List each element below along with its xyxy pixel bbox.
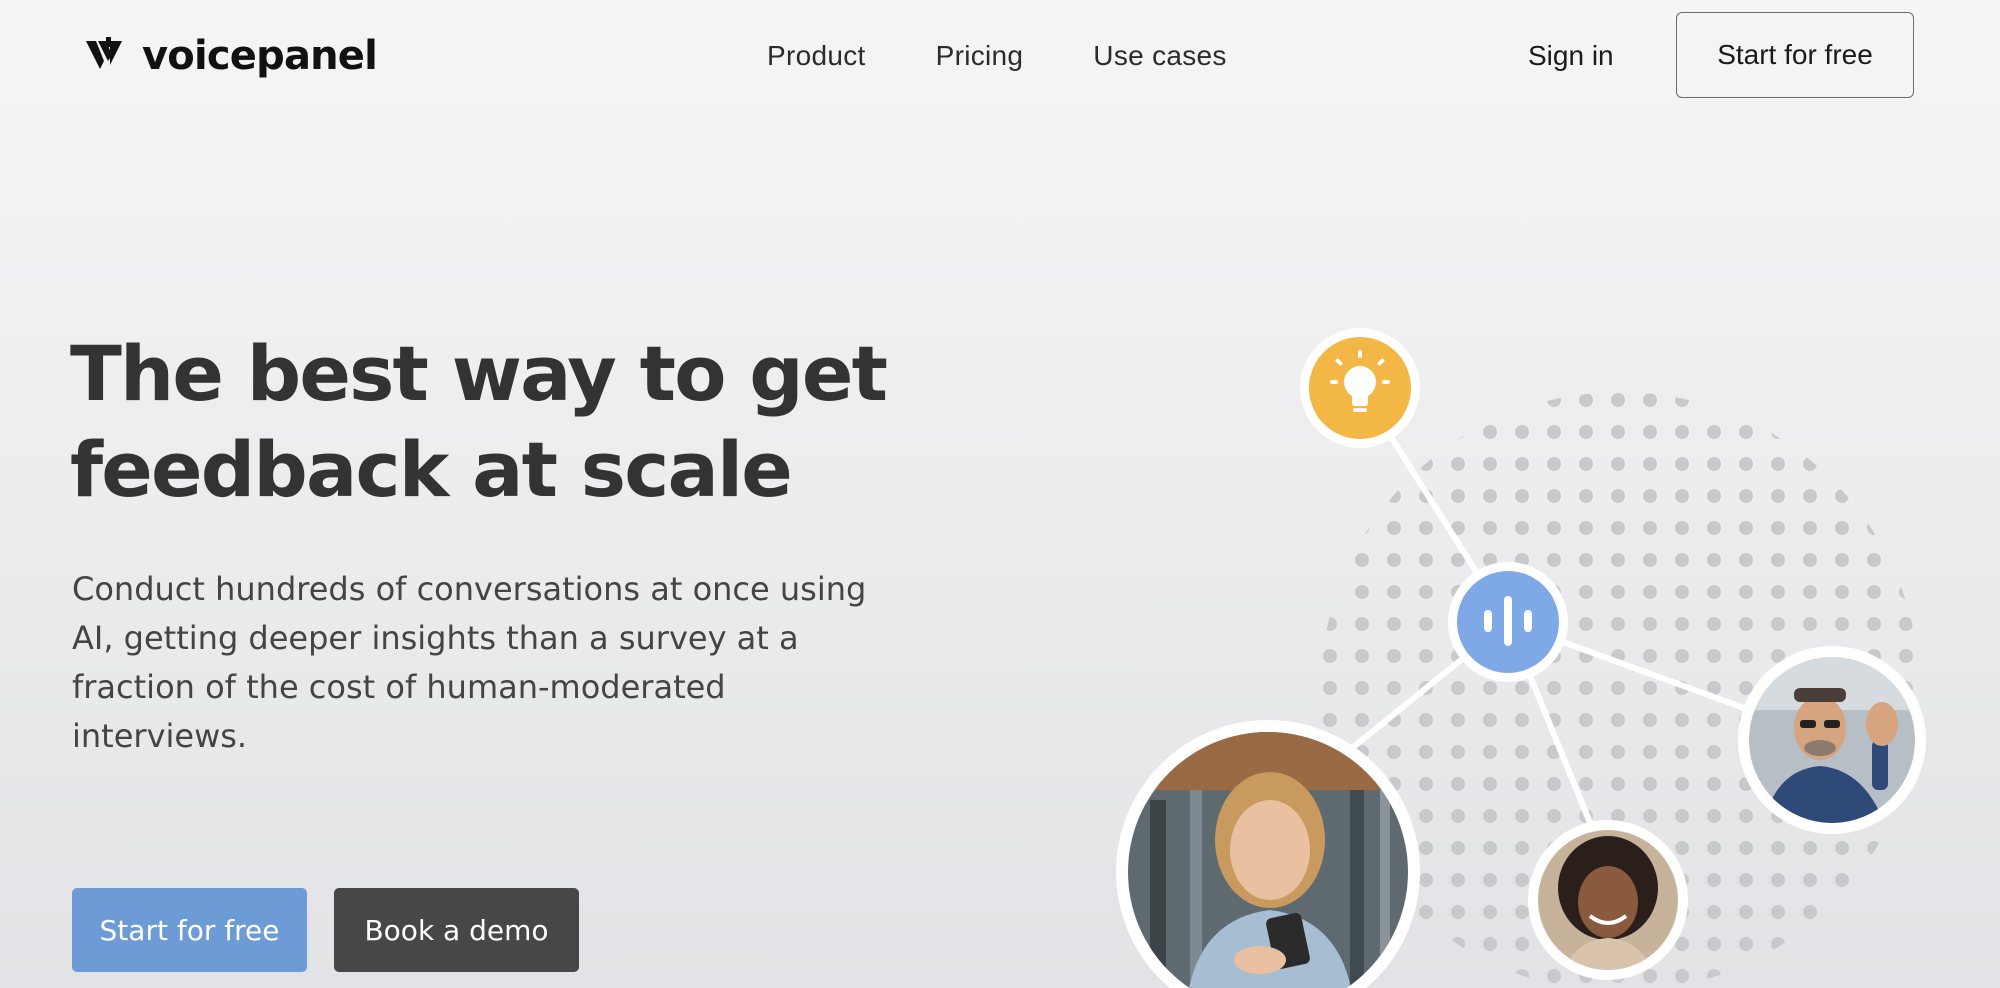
brand-name: voicepanel bbox=[142, 33, 378, 79]
nav-product[interactable]: Product bbox=[767, 38, 866, 74]
sign-in-link[interactable]: Sign in bbox=[1528, 38, 1614, 74]
nav-use-cases[interactable]: Use cases bbox=[1093, 38, 1226, 74]
main-nav: Product Pricing Use cases bbox=[767, 38, 1227, 74]
voicepanel-logo-icon bbox=[86, 37, 122, 69]
start-free-button[interactable]: Start for free bbox=[72, 888, 307, 972]
hero-illustration bbox=[1090, 320, 2000, 988]
hero-subtitle: Conduct hundreds of conversations at onc… bbox=[72, 570, 867, 755]
header-start-free-button[interactable]: Start for free bbox=[1676, 12, 1914, 98]
lightbulb-node bbox=[1300, 328, 1420, 448]
hero-title: The best way to get feedback at scale bbox=[70, 329, 888, 514]
site-header: voicepanel Product Pricing Use cases Sig… bbox=[0, 0, 2000, 112]
network-graphic bbox=[1116, 328, 1926, 988]
brand-logo[interactable]: voicepanel bbox=[84, 33, 378, 79]
book-demo-button[interactable]: Book a demo bbox=[334, 888, 579, 972]
voice-node bbox=[1448, 562, 1568, 682]
nav-pricing[interactable]: Pricing bbox=[936, 38, 1024, 74]
